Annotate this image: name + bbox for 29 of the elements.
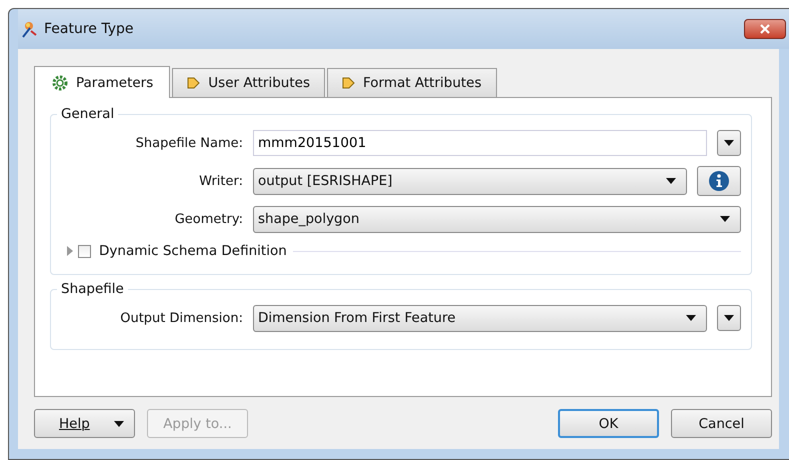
dropdown[interactable]: shape_polygon	[253, 206, 741, 232]
checkbox[interactable]	[78, 244, 91, 258]
tab[interactable]: Format Attributes	[327, 68, 497, 97]
checkbox-label: Dynamic Schema Definition	[99, 243, 287, 259]
dialog-button[interactable]: Help	[34, 409, 135, 438]
menu-button[interactable]	[717, 305, 741, 331]
tab[interactable]: Parameters	[34, 66, 170, 98]
dropdown[interactable]: Dimension From First Feature	[253, 304, 707, 332]
close-icon	[759, 24, 771, 34]
info-icon	[708, 170, 730, 192]
arrow-icon	[342, 75, 356, 91]
group-title: General	[60, 106, 116, 122]
dialog-button[interactable]: Cancel	[671, 409, 772, 438]
field-label: Output Dimension:	[119, 310, 243, 326]
dialog-button[interactable]: OK	[558, 409, 659, 438]
info-button[interactable]	[697, 166, 741, 196]
close-button[interactable]	[744, 19, 786, 39]
arrow-icon	[187, 75, 202, 91]
dropdown[interactable]: output [ESRISHAPE]	[253, 168, 687, 194]
field-label: Shapefile Name:	[134, 136, 243, 150]
group-title: Shapefile	[60, 281, 125, 297]
gear-icon	[51, 74, 69, 92]
menu-button[interactable]	[717, 130, 741, 156]
wand-icon	[20, 20, 38, 38]
field-label: Geometry:	[174, 212, 243, 226]
text-field[interactable]: mmm20151001	[253, 130, 707, 156]
window-title: Feature Type	[44, 21, 134, 37]
tab[interactable]: User Attributes	[172, 68, 325, 97]
field-label: Writer:	[198, 174, 243, 188]
